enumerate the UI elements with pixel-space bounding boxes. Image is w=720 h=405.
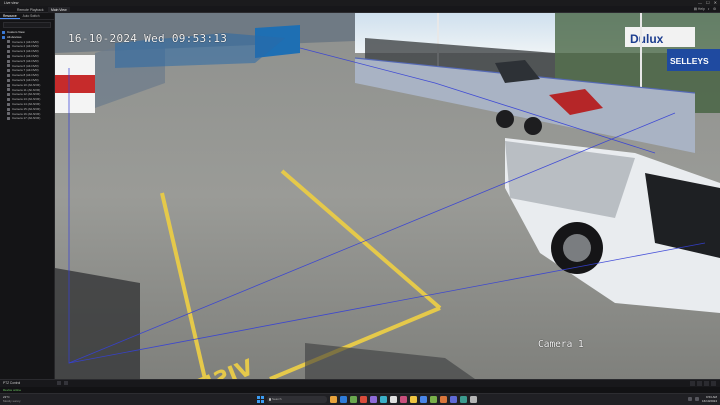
control-bar: PTZ Control — [0, 379, 720, 387]
camera-feed: Dulux SELLEYS VISITORS — [55, 13, 720, 379]
camera-icon — [7, 54, 10, 58]
taskbar-app-icon[interactable] — [350, 396, 357, 403]
volume-icon[interactable] — [694, 397, 699, 401]
taskbar-app-icon[interactable] — [380, 396, 387, 403]
camera-icon — [7, 83, 10, 87]
search-icon — [268, 398, 271, 401]
resource-sidebar: Resource Auto Switch Custom View All-devi… — [0, 13, 55, 379]
taskbar-app-icon[interactable] — [430, 396, 437, 403]
camera-icon — [7, 74, 10, 78]
stop-all-button[interactable] — [57, 381, 61, 385]
taskbar-search-input[interactable]: Search — [267, 396, 327, 403]
osd-timestamp: 16-10-2024 Wed 09:53:13 — [68, 32, 228, 45]
taskbar-app-icon[interactable] — [390, 396, 397, 403]
dulux-sign-text: Dulux — [630, 32, 664, 46]
search-placeholder: Search — [272, 397, 282, 401]
layout-controls — [690, 381, 716, 386]
layout-9-button[interactable] — [704, 381, 709, 386]
layout-4-button[interactable] — [697, 381, 702, 386]
camera-icon — [7, 102, 10, 106]
tab-resource[interactable]: Resource — [0, 13, 20, 19]
system-tray: 9:53 AM 16/10/2024 — [687, 395, 717, 403]
camera-icon — [7, 88, 10, 92]
taskbar-app-icon[interactable] — [460, 396, 467, 403]
clock-date: 16/10/2024 — [701, 399, 717, 403]
camera-icon — [7, 69, 10, 73]
taskbar-app-icon[interactable] — [340, 396, 347, 403]
camera-icon — [7, 64, 10, 68]
taskbar-app-icon[interactable] — [450, 396, 457, 403]
folder-icon — [2, 35, 5, 39]
building-shadow — [55, 268, 140, 379]
selleys-sign-text: SELLEYS — [670, 56, 709, 66]
theme-icon[interactable]: ◐ — [708, 7, 710, 12]
camera-icon — [7, 78, 10, 82]
layout-1-button[interactable] — [690, 381, 695, 386]
taskbar-app-icon[interactable] — [360, 396, 367, 403]
taskbar-apps: Search — [257, 396, 477, 403]
camera-icon — [7, 93, 10, 97]
sidebar-search-input[interactable] — [3, 22, 51, 28]
taskbar-app-icon[interactable] — [400, 396, 407, 403]
folder-icon — [2, 30, 5, 34]
camera-icon — [7, 50, 10, 54]
taskbar-app-icon[interactable] — [470, 396, 477, 403]
camera-icon — [7, 112, 10, 116]
taskbar-app-icon[interactable] — [420, 396, 427, 403]
camera-icon — [7, 117, 10, 121]
sidebar-tabs: Resource Auto Switch — [0, 13, 54, 20]
capture-button[interactable] — [64, 381, 68, 385]
camera-icon — [7, 98, 10, 102]
weather-desc: Mostly sunny — [3, 399, 21, 403]
fullscreen-button[interactable] — [711, 381, 716, 386]
tabbar-tools: ▤ Help ◐ ⚙ — [694, 7, 716, 12]
taskbar-app-icon[interactable] — [370, 396, 377, 403]
clock[interactable]: 9:53 AM 16/10/2024 — [702, 395, 717, 403]
device-tree: Custom View All-devices Camera 1 (All-NVR)… — [0, 30, 54, 121]
app-title: Live view — [4, 1, 19, 5]
sidebar-item-label: Camera 17 (All-NVR) — [12, 116, 41, 121]
gear-icon[interactable]: ⚙ — [713, 7, 716, 12]
ptz-control-label: PTZ Control — [3, 381, 21, 385]
camera-icon — [7, 45, 10, 49]
wifi-icon[interactable] — [687, 397, 692, 401]
view-controls — [57, 381, 68, 385]
trailer-wheel — [496, 110, 514, 128]
camera-icon — [7, 59, 10, 63]
tab-auto-switch[interactable]: Auto Switch — [20, 13, 43, 19]
camera-icon — [7, 40, 10, 44]
help-button[interactable]: ▤ Help — [694, 7, 705, 12]
windows-start-icon[interactable] — [257, 396, 264, 403]
taskbar-app-icon[interactable] — [330, 396, 337, 403]
device-status-text: Device online — [3, 388, 22, 392]
taskbar-app-icon[interactable] — [440, 396, 447, 403]
windows-taskbar: 21°C Mostly sunny Search 9:53 AM 16/10/2… — [0, 393, 720, 405]
trailer-wheel — [524, 117, 542, 135]
osd-camera-label: Camera 1 — [538, 339, 584, 350]
camera-item[interactable]: Camera 17 (All-NVR) — [2, 116, 54, 121]
camera-icon — [7, 107, 10, 111]
taskbar-app-icon[interactable] — [410, 396, 417, 403]
tab-bar: Remote Playback Main View ▤ Help ◐ ⚙ — [0, 6, 720, 13]
video-viewport[interactable]: Dulux SELLEYS VISITORS 16-10-2 — [55, 13, 720, 379]
weather-widget[interactable]: 21°C Mostly sunny — [3, 395, 21, 403]
